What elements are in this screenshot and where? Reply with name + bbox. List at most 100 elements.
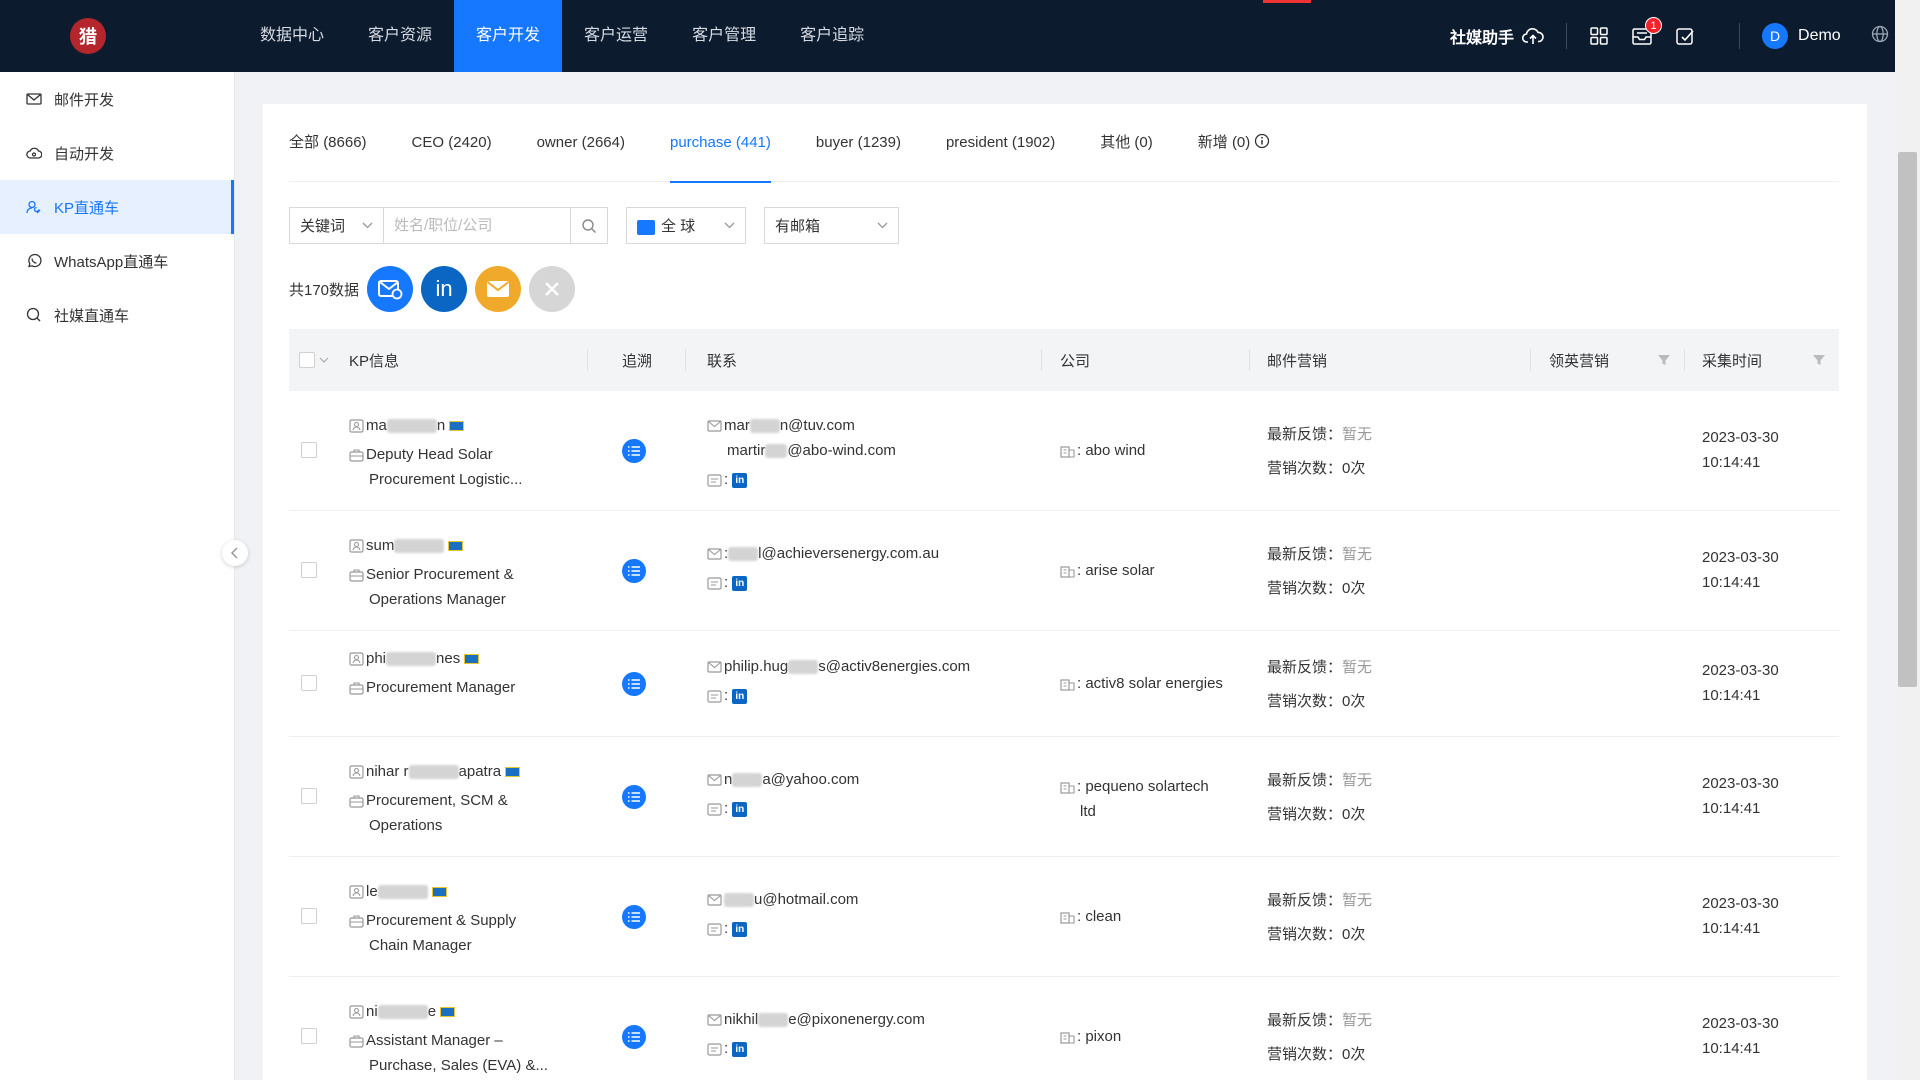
nav-item-customer-management[interactable]: 客户管理	[670, 0, 778, 72]
keyword-type-select[interactable]: 关键词	[289, 207, 384, 244]
whatsapp-icon	[28, 253, 42, 268]
contact-name[interactable]: ni e	[349, 999, 579, 1024]
sidebar-collapse-button[interactable]	[222, 540, 248, 566]
collect-clock: 10:14:41	[1702, 800, 1761, 817]
notification-badge: 1	[1645, 17, 1663, 34]
contact-name[interactable]: nihar r apatra	[349, 759, 579, 784]
company-name[interactable]: : clean	[1060, 904, 1240, 929]
feedback-value: 暂无	[1342, 546, 1373, 563]
trace-button[interactable]	[622, 905, 646, 929]
social-assistant-button[interactable]: 社媒助手	[1450, 24, 1544, 48]
row-checkbox[interactable]	[301, 908, 317, 924]
linkedin-marketing-button[interactable]: in	[421, 266, 468, 312]
linkedin-icon[interactable]: in	[732, 688, 748, 704]
contact-email-1[interactable]: n a@yahoo.com	[707, 767, 1037, 792]
linkedin-icon[interactable]: in	[732, 575, 748, 591]
company-name[interactable]: : pequeno solartech	[1060, 774, 1240, 799]
company-name[interactable]: : pixon	[1060, 1024, 1240, 1049]
row-checkbox[interactable]	[301, 562, 317, 578]
contact-email-1[interactable]: u@hotmail.com	[707, 887, 1037, 912]
row-checkbox[interactable]	[301, 675, 317, 691]
tab-other[interactable]: 其他 (0)	[1100, 104, 1153, 182]
contact-email-1[interactable]: philip.hug s@activ8energies.com	[707, 654, 1037, 679]
messages-button[interactable]: 1	[1631, 17, 1663, 46]
row-checkbox[interactable]	[301, 788, 317, 804]
company-name[interactable]: : abo wind	[1060, 438, 1240, 463]
apps-button[interactable]	[1589, 26, 1609, 46]
contact-email-1[interactable]: : l@achieversenergy.com.au	[707, 541, 1037, 566]
company-name[interactable]: : arise solar	[1060, 558, 1240, 583]
trace-button[interactable]	[622, 785, 646, 809]
email-send-button[interactable]	[475, 266, 522, 312]
email-part: e@pixonenergy.com	[788, 1011, 925, 1028]
sidebar-item-social-express[interactable]: 社媒直通车	[0, 288, 234, 342]
sidebar-item-kp-express[interactable]: KP直通车	[0, 180, 234, 234]
linkedin-icon[interactable]: in	[732, 801, 748, 817]
contact-name[interactable]: le	[349, 879, 579, 904]
contact-name[interactable]: phi nes	[349, 646, 579, 671]
time-filter-button[interactable]	[1813, 329, 1825, 391]
page-scrollbar-thumb[interactable]	[1898, 152, 1917, 687]
tab-label: president	[945, 133, 1008, 151]
company-name[interactable]: : activ8 solar energies	[1060, 671, 1240, 696]
count-label: 营销次数：	[1267, 693, 1343, 710]
social-profile-icon	[707, 802, 722, 816]
trace-button[interactable]	[622, 672, 646, 696]
trace-button[interactable]	[622, 1025, 646, 1049]
tab-all[interactable]: 全部 (8666)	[289, 104, 367, 182]
tab-owner[interactable]: owner (2664)	[537, 104, 625, 182]
trace-button[interactable]	[622, 439, 646, 463]
email-marketing: 最新反馈：暂无 营销次数：0次	[1267, 764, 1517, 832]
list-icon	[628, 446, 640, 456]
select-all-checkbox[interactable]	[299, 352, 315, 368]
tab-buyer[interactable]: buyer (1239)	[816, 104, 901, 182]
tab-president[interactable]: president (1902)	[946, 104, 1055, 182]
linkedin-icon[interactable]: in	[732, 472, 748, 488]
tab-purchase[interactable]: purchase (441)	[669, 104, 771, 183]
latest-feedback: 最新反馈：暂无	[1267, 538, 1517, 572]
contact-email-1[interactable]: nikhil e@pixonenergy.com	[707, 1007, 1037, 1032]
chevron-down-icon[interactable]	[319, 357, 329, 363]
toolbar-divider	[1566, 23, 1568, 49]
nav-item-data-center[interactable]: 数据中心	[238, 0, 346, 72]
keyword-search-input[interactable]	[384, 207, 571, 244]
contact-email-2[interactable]: martir @abo-wind.com	[707, 438, 1037, 463]
marketing-count: 营销次数：0次	[1267, 798, 1517, 832]
tab-count: (2664)	[581, 133, 625, 151]
nav-item-customer-tracking[interactable]: 客户追踪	[778, 0, 886, 72]
company-name-text: : arise solar	[1077, 562, 1155, 579]
linkedin-icon[interactable]: in	[732, 1041, 748, 1057]
delete-button[interactable]	[529, 266, 576, 312]
language-button[interactable]	[1871, 25, 1889, 47]
linkedin-filter-button[interactable]	[1658, 329, 1670, 391]
sidebar-item-email-development[interactable]: 邮件开发	[0, 72, 234, 126]
region-select[interactable]: 全 球	[626, 207, 746, 244]
email-filter-select[interactable]: 有邮箱	[764, 207, 899, 244]
select-all[interactable]	[299, 329, 329, 391]
row-checkbox[interactable]	[301, 442, 317, 458]
contact-person-icon	[349, 652, 364, 666]
sidebar-item-auto-development[interactable]: 自动开发	[0, 126, 234, 180]
top-right-tools: 社媒助手 1 D Demo	[1450, 0, 1889, 72]
feedback-value: 暂无	[1342, 1012, 1373, 1029]
email-marketing-button[interactable]	[367, 266, 414, 312]
info-icon[interactable]	[1254, 133, 1270, 149]
tasks-button[interactable]	[1675, 26, 1695, 46]
nav-item-customer-development[interactable]: 客户开发	[454, 0, 563, 72]
trace-button[interactable]	[622, 559, 646, 583]
sidebar-item-whatsapp-express[interactable]: WhatsApp直通车	[0, 234, 234, 288]
linkedin-icon[interactable]: in	[732, 921, 748, 937]
search-button[interactable]	[571, 207, 608, 244]
email-part: a@yahoo.com	[762, 771, 860, 788]
redacted-text	[758, 1013, 789, 1028]
nav-item-customer-operations[interactable]: 客户运营	[562, 0, 670, 72]
contact-name[interactable]: ma n	[349, 413, 579, 438]
nav-item-customer-resources[interactable]: 客户资源	[346, 0, 454, 72]
contact-email-1[interactable]: mar n@tuv.com	[707, 413, 1037, 438]
contact-name[interactable]: sum	[349, 533, 579, 558]
user-menu[interactable]: D Demo	[1762, 23, 1841, 49]
tab-ceo[interactable]: CEO (2420)	[412, 104, 492, 182]
app-logo[interactable]: 猎	[70, 18, 106, 54]
row-checkbox[interactable]	[301, 1028, 317, 1044]
tab-new[interactable]: 新增 (0)	[1198, 104, 1271, 182]
